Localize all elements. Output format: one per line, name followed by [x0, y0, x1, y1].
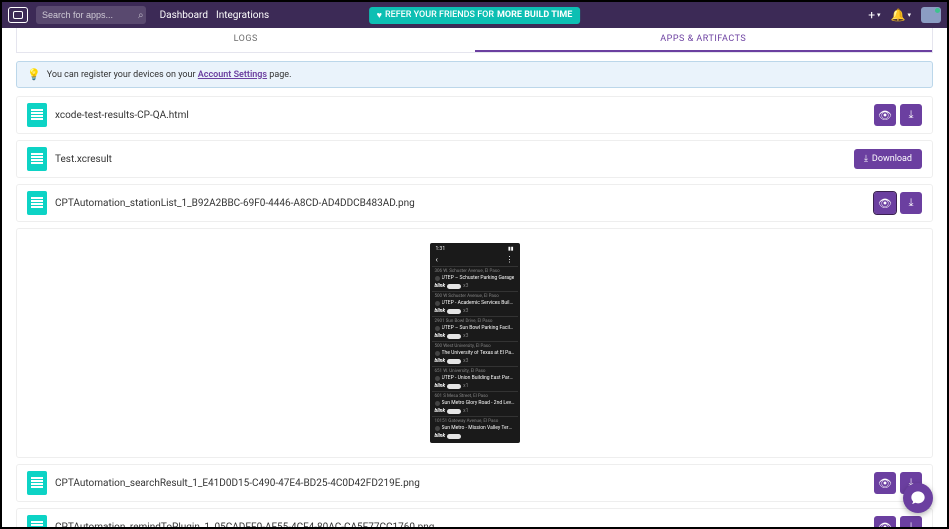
artifact-row: xcode-test-results-CP-QA.html👁⤓ [16, 96, 933, 134]
search-icon[interactable]: ⌕ [138, 10, 144, 21]
station-item: 2901 Sun Bowl Drive, El PasoUTEP – Sun B… [432, 316, 518, 341]
download-button[interactable]: ⤓ [900, 104, 922, 126]
tabs: LOGS APPS & ARTIFACTS [16, 28, 933, 53]
artifact-actions: ⤓Download [854, 149, 922, 169]
heart-icon: ♥ [377, 10, 382, 21]
file-icon [27, 515, 47, 527]
station-item: 10151 Gateway Avenue, El PasoSun Metro -… [432, 416, 518, 441]
phone-screenshot: 1:31▮▮‹⋮306 W. Schuster Avenue, El PasoU… [430, 243, 520, 443]
tab-logs[interactable]: LOGS [17, 28, 475, 52]
nav-integrations[interactable]: Integrations [216, 10, 269, 21]
artifact-preview: 1:31▮▮‹⋮306 W. Schuster Avenue, El PasoU… [16, 228, 933, 458]
account-settings-link[interactable]: Account Settings [198, 70, 267, 80]
artifact-row: CPTAutomation_remindToPlugin_1_05CADEF0-… [16, 508, 933, 527]
refer-bold: MORE BUILD TIME [497, 10, 572, 20]
nav-right: +▾ 🔔▾ [868, 7, 941, 23]
download-button[interactable]: ⤓ [900, 192, 922, 214]
artifact-actions: 👁⤓ [874, 192, 922, 214]
download-button[interactable]: ⤓Download [854, 149, 922, 169]
download-button[interactable]: ⤓ [900, 516, 922, 527]
preview-button[interactable]: 👁 [874, 516, 896, 527]
download-icon: ⤓ [864, 154, 868, 164]
chat-icon [910, 490, 926, 506]
preview-button[interactable]: 👁 [874, 472, 896, 494]
content-area: LOGS APPS & ARTIFACTS 💡 You can register… [2, 28, 947, 527]
banner-text: You can register your devices on your Ac… [47, 70, 292, 80]
artifact-filename: CPTAutomation_remindToPlugin_1_05CADEF0-… [55, 522, 866, 528]
info-banner: 💡 You can register your devices on your … [16, 61, 933, 88]
station-item: 500 West University, El PasoThe Universi… [432, 341, 518, 366]
download-icon: ⤓ [909, 520, 914, 527]
artifact-row: Test.xcresult ⤓Download [16, 140, 933, 178]
bell-icon[interactable]: 🔔▾ [891, 8, 911, 22]
artifact-filename: CPTAutomation_stationList_1_B92A2BBC-69F… [55, 198, 866, 209]
preview-button[interactable]: 👁 [874, 192, 896, 214]
station-item: 306 W. Schuster Avenue, El PasoUTEP – Sc… [432, 266, 518, 291]
eye-icon: 👁 [878, 521, 892, 528]
file-icon [27, 147, 47, 171]
station-item: 651 W. University, El PasoUTEP - Union B… [432, 366, 518, 391]
artifact-actions: 👁⤓ [874, 104, 922, 126]
tab-artifacts[interactable]: APPS & ARTIFACTS [475, 28, 933, 52]
artifact-filename: Test.xcresult [55, 154, 846, 165]
artifact-filename: CPTAutomation_searchResult_1_E41D0D15-C4… [55, 478, 866, 489]
chat-button[interactable] [903, 483, 933, 513]
artifact-row: CPTAutomation_searchResult_1_E41D0D15-C4… [16, 464, 933, 502]
refer-text: REFER YOUR FRIENDS FOR [385, 10, 494, 20]
eye-icon: 👁 [878, 477, 892, 490]
file-icon [27, 471, 47, 495]
lightbulb-icon: 💡 [27, 68, 41, 81]
artifact-row: CPTAutomation_stationList_1_B92A2BBC-69F… [16, 184, 933, 222]
nav-dashboard[interactable]: Dashboard [160, 10, 208, 21]
top-nav: ⌕ Dashboard Integrations ♥ REFER YOUR FR… [2, 2, 947, 28]
refer-banner[interactable]: ♥ REFER YOUR FRIENDS FOR MORE BUILD TIME [369, 7, 581, 24]
station-item: 601 S Mesa Street, El PasoSun Metro Glor… [432, 391, 518, 416]
download-icon: ⤓ [909, 108, 914, 122]
artifact-actions: 👁⤓ [874, 516, 922, 527]
station-item: 500 W Schuster Avenue, El PasoUTEP - Aca… [432, 291, 518, 316]
avatar[interactable] [921, 7, 941, 23]
back-icon: ‹ [436, 255, 438, 264]
artifact-list: xcode-test-results-CP-QA.html👁⤓Test.xcre… [16, 96, 933, 527]
download-icon: ⤓ [909, 196, 914, 210]
file-icon [27, 103, 47, 127]
file-icon [27, 191, 47, 215]
more-icon: ⋮ [506, 255, 514, 264]
eye-icon: 👁 [878, 109, 892, 122]
artifact-filename: xcode-test-results-CP-QA.html [55, 110, 866, 121]
preview-button[interactable]: 👁 [874, 104, 896, 126]
add-icon[interactable]: +▾ [868, 8, 880, 22]
logo-icon[interactable] [8, 7, 28, 23]
eye-icon: 👁 [878, 197, 892, 210]
search-input[interactable] [36, 6, 146, 24]
